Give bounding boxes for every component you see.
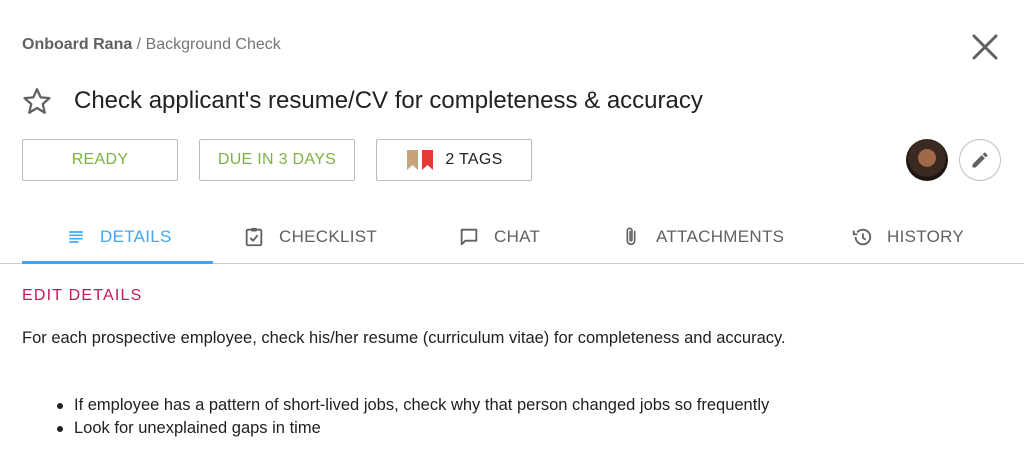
due-date-label: DUE IN 3 DAYS bbox=[217, 151, 337, 168]
tab-attachments[interactable]: ATTACHMENTS bbox=[620, 210, 784, 263]
tab-label: HISTORY bbox=[887, 226, 965, 246]
edit-details-link[interactable]: EDIT DETAILS bbox=[22, 287, 143, 305]
tab-label: CHAT bbox=[494, 226, 541, 246]
tab-label: ATTACHMENTS bbox=[656, 226, 785, 246]
breadcrumb-separator: / bbox=[132, 36, 146, 53]
checklist-icon bbox=[245, 227, 263, 246]
tab-bar: DETAILS CHECKLIST CHAT ATTACHMENTS HISTO… bbox=[0, 210, 1024, 264]
list-item: Look for unexplained gaps in time bbox=[56, 417, 769, 440]
tab-details[interactable]: DETAILS bbox=[66, 210, 172, 263]
breadcrumb-current: Background Check bbox=[145, 36, 281, 53]
history-icon bbox=[852, 228, 872, 245]
tags-label: 2 TAGS bbox=[445, 151, 503, 168]
pencil-icon bbox=[972, 152, 988, 168]
active-tab-indicator bbox=[22, 261, 213, 264]
tab-history[interactable]: HISTORY bbox=[851, 210, 964, 263]
details-bullet-list: If employee has a pattern of short-lived… bbox=[56, 394, 769, 440]
tags-chip[interactable]: 2 TAGS bbox=[376, 139, 532, 181]
details-icon bbox=[69, 230, 83, 243]
tab-chat[interactable]: CHAT bbox=[458, 210, 540, 263]
tab-label: DETAILS bbox=[100, 226, 172, 246]
bookmark-tags-icon bbox=[407, 150, 434, 170]
breadcrumb-parent[interactable]: Onboard Rana bbox=[22, 36, 132, 53]
tab-checklist[interactable]: CHECKLIST bbox=[243, 210, 377, 263]
task-description: For each prospective employee, check his… bbox=[22, 329, 786, 347]
status-chip[interactable]: READY bbox=[22, 139, 178, 181]
chat-icon bbox=[460, 228, 478, 245]
title-row: Check applicant's resume/CV for complete… bbox=[22, 86, 703, 116]
edit-assignee-button[interactable] bbox=[959, 139, 1001, 181]
page-title: Check applicant's resume/CV for complete… bbox=[74, 87, 703, 114]
assignee-avatar[interactable] bbox=[906, 139, 948, 181]
due-date-chip[interactable]: DUE IN 3 DAYS bbox=[199, 139, 355, 181]
status-label: READY bbox=[71, 151, 129, 168]
star-icon[interactable] bbox=[22, 86, 52, 116]
tab-label: CHECKLIST bbox=[279, 226, 378, 246]
attachment-icon bbox=[626, 226, 636, 245]
close-icon bbox=[972, 34, 998, 60]
close-button[interactable] bbox=[968, 30, 1002, 64]
breadcrumb: Onboard Rana / Background Check bbox=[22, 36, 281, 54]
list-item: If employee has a pattern of short-lived… bbox=[56, 394, 769, 417]
